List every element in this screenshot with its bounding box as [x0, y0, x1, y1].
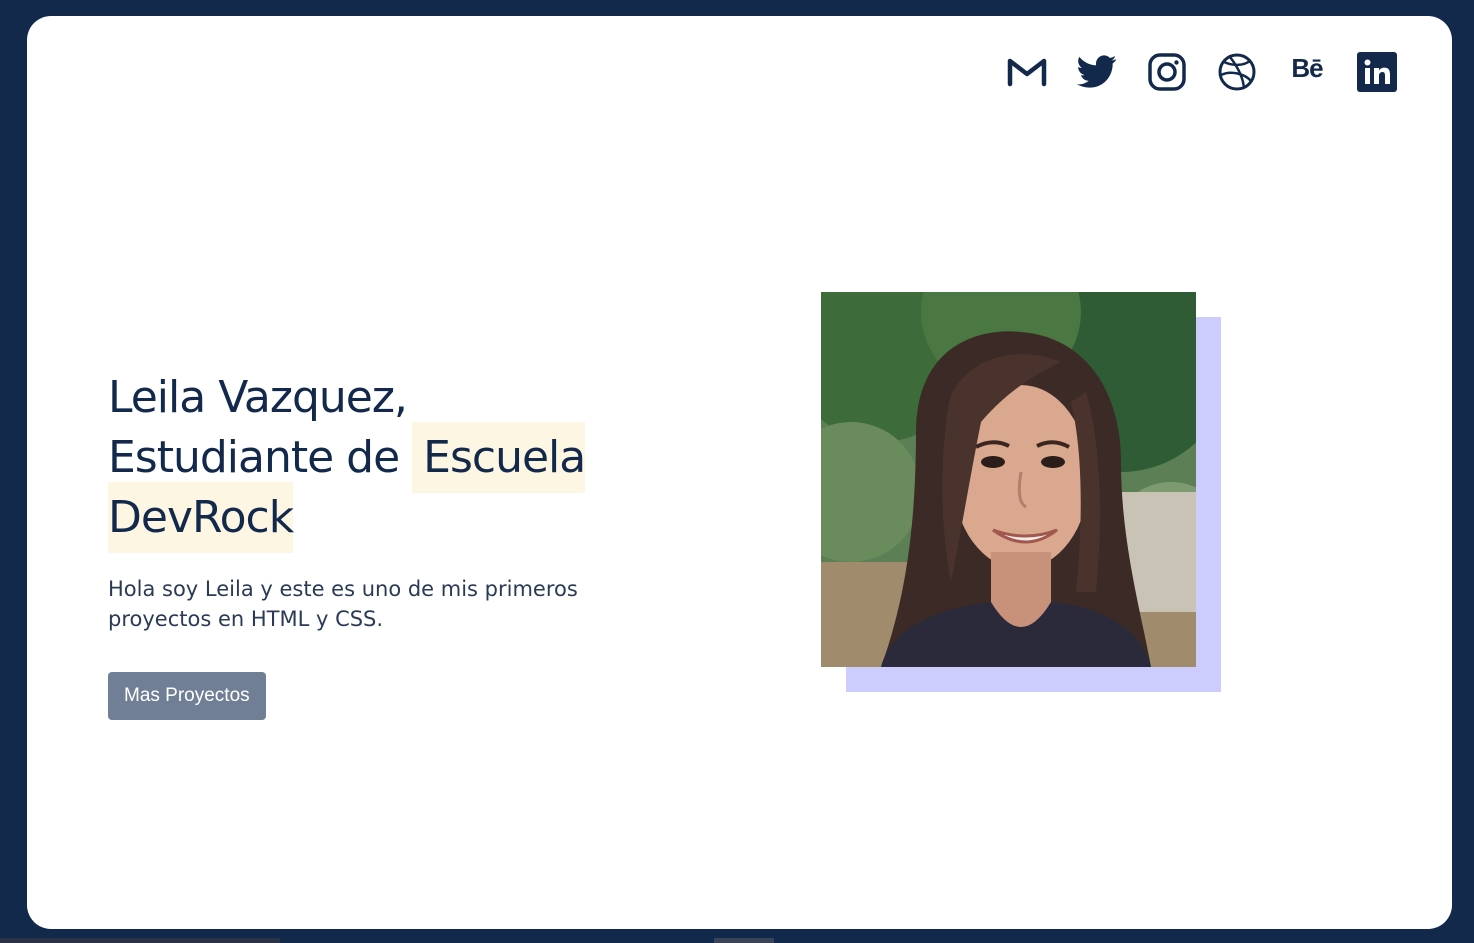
linkedin-icon: [1357, 52, 1397, 92]
twitter-icon: [1077, 55, 1117, 88]
linkedin-link[interactable]: [1342, 50, 1412, 94]
profile-photo-illustration: [821, 292, 1196, 667]
profile-photo: [821, 292, 1196, 667]
social-links: Bē: [992, 50, 1412, 94]
taskbar-tab: [714, 938, 774, 943]
gmail-icon: [1007, 58, 1047, 87]
hero-title-prefix: Estudiante de: [108, 432, 413, 483]
hero-description: Hola soy Leila y este es uno de mis prim…: [108, 577, 578, 631]
profile-photo-container: [821, 292, 1221, 692]
gmail-link[interactable]: [992, 50, 1062, 94]
dribbble-link[interactable]: [1202, 50, 1272, 94]
twitter-link[interactable]: [1062, 50, 1132, 94]
intro-section: Leila Vazquez, Estudiante de Escuela Dev…: [108, 368, 668, 720]
main-card: Bē Leila Vazquez, Estudiante de Escuela …: [27, 16, 1452, 929]
hero-title: Leila Vazquez, Estudiante de Escuela Dev…: [108, 368, 668, 553]
hero-title-name: Leila Vazquez,: [108, 372, 408, 423]
behance-link[interactable]: Bē: [1272, 50, 1342, 94]
dribbble-icon: [1218, 53, 1256, 91]
instagram-link[interactable]: [1132, 50, 1202, 94]
taskbar-strip: [0, 938, 280, 943]
hero-title-highlight-devrock: DevRock: [108, 482, 294, 553]
instagram-icon: [1148, 53, 1186, 91]
behance-icon: Bē: [1291, 53, 1323, 83]
hero-title-highlight-school: Escuela: [412, 422, 586, 493]
more-projects-button[interactable]: Mas Proyectos: [108, 672, 266, 720]
